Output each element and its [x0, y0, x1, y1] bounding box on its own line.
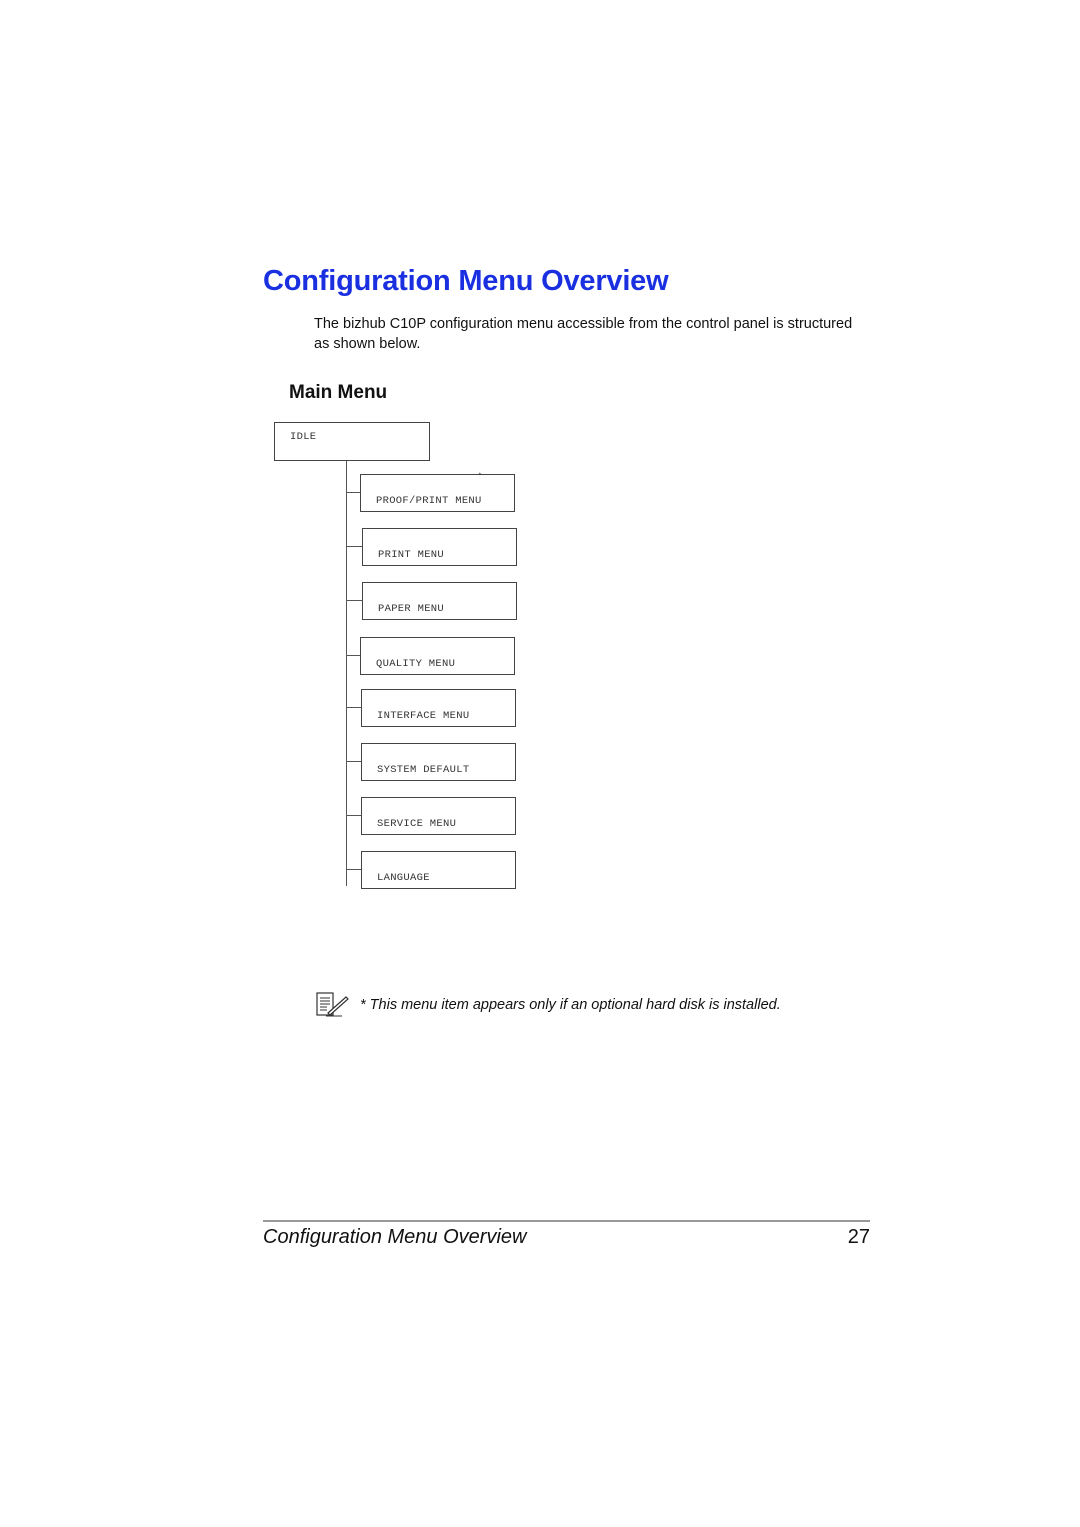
- footnote-marker: *: [477, 473, 483, 481]
- tree-branch-line: [346, 600, 362, 601]
- menu-node: PAPER MENU: [362, 582, 517, 620]
- tree-branch-line: [346, 655, 360, 656]
- page-number: 27: [847, 1226, 870, 1248]
- menu-node: SYSTEM DEFAULT: [361, 743, 516, 781]
- menu-node-idle: IDLE: [274, 422, 430, 461]
- menu-node: QUALITY MENU: [360, 637, 515, 675]
- note-text: * This menu item appears only if an opti…: [360, 997, 781, 1013]
- menu-node-label: LANGUAGE: [377, 872, 430, 884]
- note-pencil-icon: [316, 992, 349, 1017]
- intro-paragraph: The bizhub C10P configuration menu acces…: [314, 316, 853, 352]
- menu-node: PRINT MENU: [362, 528, 517, 566]
- section-title: Main Menu: [289, 382, 388, 403]
- tree-branch-line: [346, 546, 362, 547]
- tree-trunk-line: [346, 461, 347, 886]
- menu-node-label: PROOF/PRINT MENU: [376, 495, 482, 507]
- menu-node: LANGUAGE: [361, 851, 516, 889]
- menu-node: PROOF/PRINT MENU *: [360, 473, 515, 512]
- tree-branch-line: [346, 815, 361, 816]
- tree-branch-line: [346, 492, 360, 493]
- footer-title: Configuration Menu Overview: [263, 1226, 527, 1248]
- tree-branch-line: [346, 869, 361, 870]
- menu-node-label: SERVICE MENU: [377, 818, 457, 830]
- tree-branch-line: [346, 761, 361, 762]
- menu-node-label: INTERFACE MENU: [377, 710, 470, 722]
- menu-node: INTERFACE MENU: [361, 689, 516, 727]
- menu-node-label: QUALITY MENU: [376, 658, 456, 670]
- menu-node-label: PRINT MENU: [378, 549, 445, 561]
- menu-node-label: SYSTEM DEFAULT: [377, 764, 470, 776]
- menu-node: SERVICE MENU: [361, 797, 516, 835]
- note: * This menu item appears only if an opti…: [316, 992, 781, 1018]
- menu-node-label: IDLE: [290, 431, 317, 443]
- menu-node-label: PAPER MENU: [378, 603, 445, 615]
- page-title: Configuration Menu Overview: [263, 265, 669, 297]
- tree-branch-line: [346, 707, 361, 708]
- footer-divider: [263, 1220, 870, 1222]
